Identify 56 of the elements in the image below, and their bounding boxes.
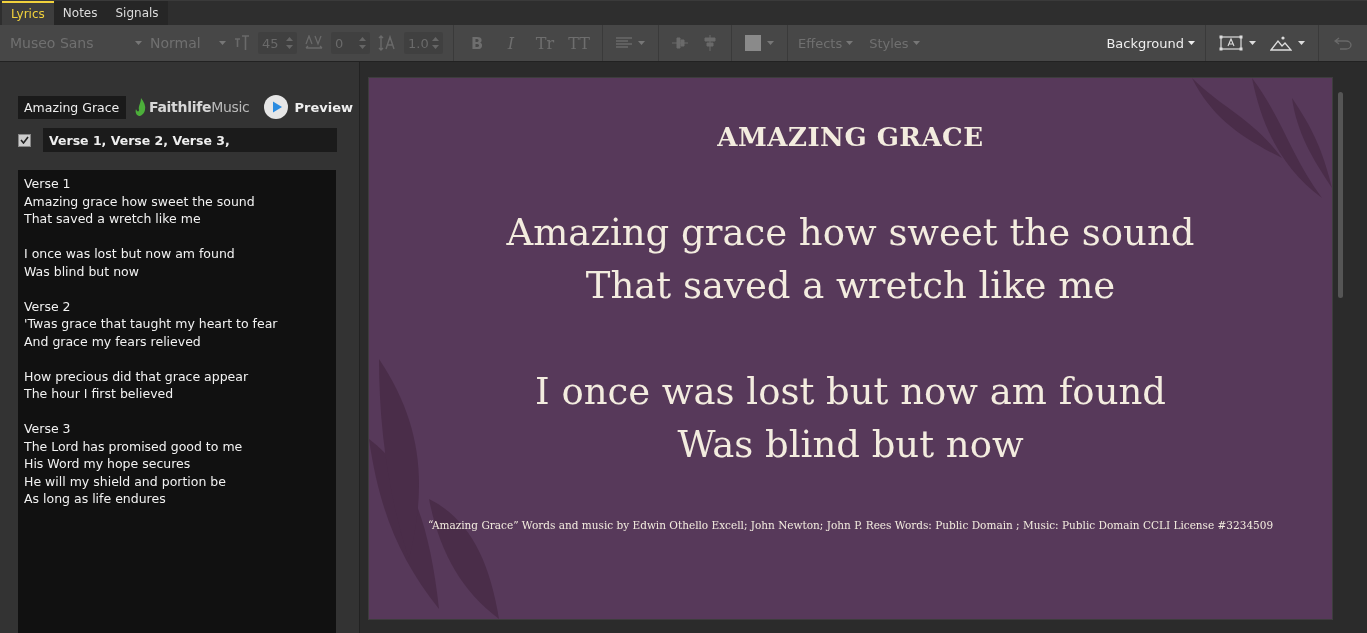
lyric-line: I once was lost but now am found: [24, 245, 236, 263]
credit-text: “Amazing Grace” Words and music by Edwin Othello Excell; John Newton; John P. Rees Words: Public Domain ; Music: Public Domain CCLI License #3234509: [427, 519, 1274, 531]
letter-spacing-icon: [305, 35, 323, 51]
checkmark-icon: [20, 136, 29, 144]
caret-icon: [638, 41, 645, 45]
undo-icon: [1334, 36, 1352, 50]
spinner-arrows-icon: [432, 37, 439, 49]
tab[interactable]: Lyrics: [2, 1, 54, 25]
text-box-icon: [1219, 35, 1243, 51]
caret-icon: [767, 41, 774, 45]
lyric-line: Amazing grace how sweet the sound: [506, 210, 1195, 256]
preview-button[interactable]: Preview: [264, 95, 353, 119]
lyric-line: Was blind but now: [24, 262, 140, 280]
tab[interactable]: Notes: [53, 1, 107, 25]
lyrics-editor[interactable]: [18, 170, 336, 633]
background-dropdown[interactable]: Background: [1106, 30, 1195, 56]
play-icon: [264, 95, 289, 119]
caret-icon: [1249, 41, 1256, 45]
tab[interactable]: Signals: [106, 1, 168, 25]
caret-icon: [846, 41, 854, 45]
spinner-arrows-icon: [286, 37, 293, 49]
brand-logo-text: FaithlifeMusic: [149, 99, 250, 115]
lyric-line: 'Twas grace that taught my heart to fear: [24, 315, 279, 333]
lyric-line: How precious did that grace appear: [24, 367, 250, 385]
lyric-line: That saved a wretch like me: [584, 263, 1117, 309]
slide-title: AMAZING GRACE: [717, 122, 984, 152]
lyric-line: Was blind but now: [676, 422, 1025, 468]
lyric-line: He will my shield and portion be: [24, 472, 227, 490]
color-swatch-icon: [745, 35, 761, 51]
line-height-icon: [378, 35, 396, 51]
caret-icon: [1188, 41, 1195, 45]
caret-icon: [912, 41, 920, 45]
lyric-line: As long as life endures: [24, 490, 167, 508]
checkbox[interactable]: [18, 133, 31, 147]
lyric-line: Verse 1: [24, 175, 72, 193]
lyric-line: The hour I first believed: [24, 385, 175, 403]
spinner-arrows-icon: [359, 37, 366, 49]
lyric-line: Verse 2: [24, 297, 72, 315]
mountain-icon: [1270, 35, 1292, 51]
caret-icon: [1298, 41, 1305, 45]
sections-field[interactable]: Verse 1, Verse 2, Verse 3,: [43, 128, 337, 152]
font-size-icon: [234, 35, 250, 51]
scrollbar-thumb[interactable]: [1338, 92, 1343, 298]
caret-icon: [219, 41, 226, 45]
caret-icon: [135, 41, 142, 45]
lyric-line: The Lord has promised good to me: [24, 437, 244, 455]
align-icon: [616, 37, 632, 49]
lyric-line: His Word my hope secures: [24, 455, 192, 473]
lyric-line: And grace my fears relieved: [24, 332, 202, 350]
lyric-line: That saved a wretch like me: [24, 210, 202, 228]
lyric-line: I once was lost but now am found: [534, 369, 1167, 415]
song-title-field[interactable]: Amazing Grace: [18, 95, 126, 119]
horizontal-center-icon: [702, 35, 718, 51]
lyric-line: Verse 3: [24, 420, 72, 438]
lyric-line: Amazing grace how sweet the sound: [24, 192, 256, 210]
vertical-center-icon: [672, 35, 688, 51]
